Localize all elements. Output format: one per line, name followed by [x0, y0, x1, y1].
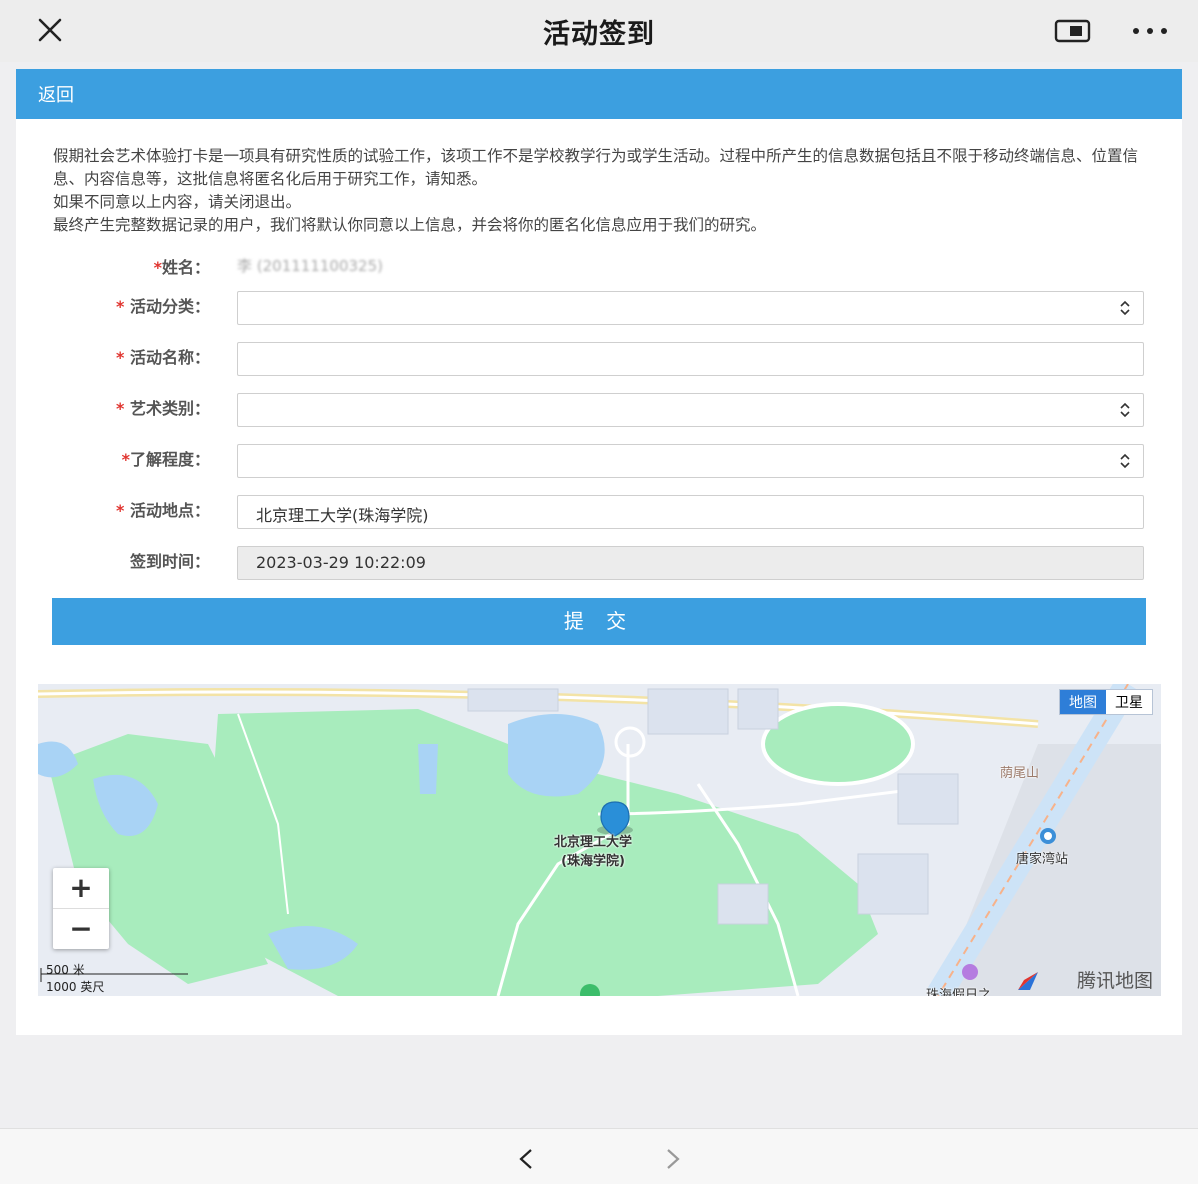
- privacy-notice: 假期社会艺术体验打卡是一项具有研究性质的试验工作，该项工作不是学校教学行为或学生…: [53, 145, 1153, 237]
- zoom-out-button[interactable]: −: [53, 909, 109, 949]
- marker-label-line: (珠海学院): [561, 854, 625, 869]
- map-type-satellite-button[interactable]: 卫星: [1106, 690, 1152, 714]
- category-label: * 活动分类：: [16, 293, 210, 317]
- submit-button[interactable]: 提 交: [52, 598, 1146, 645]
- back-link[interactable]: 返回: [38, 81, 74, 107]
- notice-paragraph: 最终产生完整数据记录的用户，我们将默认你同意以上信息，并会将你的匿名化信息应用于…: [53, 216, 767, 234]
- name-label-text: 姓名：: [161, 258, 210, 277]
- checkin-time-value: 2023-03-29 10:22:09: [256, 553, 426, 572]
- place-label-resort: 珠海假日之: [926, 988, 992, 996]
- activity-name-input[interactable]: [237, 342, 1144, 376]
- location-map[interactable]: 北京理工大学 (珠海学院) 荫尾山 唐家湾站 珠海假日之 地图 卫星 + − 5…: [38, 684, 1161, 996]
- understanding-select[interactable]: [237, 444, 1144, 478]
- map-type-toggle: 地图 卫星: [1059, 689, 1153, 715]
- name-value: 李 (201111100325): [237, 257, 383, 275]
- required-mark: *: [116, 297, 125, 316]
- marker-label-line: 北京理工大学: [554, 835, 633, 850]
- browser-nav-bar: [0, 1128, 1198, 1184]
- place-label-shan: 荫尾山: [1000, 766, 1040, 781]
- select-arrows-icon: [1120, 300, 1130, 316]
- notice-paragraph: 如果不同意以上内容，请关闭退出。: [53, 193, 302, 211]
- understanding-label-text: 了解程度：: [129, 450, 210, 469]
- nav-bar: 返回: [16, 69, 1182, 119]
- required-mark: *: [116, 501, 125, 520]
- scale-imperial: 1000 英尺: [46, 980, 105, 994]
- time-label: 签到时间：: [129, 552, 210, 571]
- select-arrows-icon: [1120, 453, 1130, 469]
- forward-arrow-icon[interactable]: [664, 1147, 682, 1171]
- minimize-window-icon[interactable]: [1054, 18, 1092, 44]
- required-mark: *: [116, 399, 125, 418]
- required-mark: *: [153, 258, 162, 277]
- map-logo: 腾讯地图: [1076, 970, 1153, 992]
- notice-paragraph: 假期社会艺术体验打卡是一项具有研究性质的试验工作，该项工作不是学校教学行为或学生…: [53, 147, 1139, 188]
- category-select[interactable]: [237, 291, 1144, 325]
- location-input[interactable]: 北京理工大学(珠海学院): [237, 495, 1144, 529]
- marker-label: 北京理工大学 (珠海学院): [554, 831, 632, 869]
- checkin-time-field: 2023-03-29 10:22:09: [237, 546, 1144, 580]
- title-bar: 活动签到: [0, 0, 1198, 62]
- understanding-label: *了解程度：: [16, 446, 210, 470]
- back-arrow-icon[interactable]: [517, 1147, 535, 1171]
- required-mark: *: [116, 348, 125, 367]
- checkin-card: 返回 假期社会艺术体验打卡是一项具有研究性质的试验工作，该项工作不是学校教学行为…: [16, 69, 1182, 1035]
- select-arrows-icon: [1120, 402, 1130, 418]
- activity-name-label-text: 活动名称：: [129, 348, 210, 367]
- page-title: 活动签到: [543, 19, 655, 50]
- required-mark: *: [121, 450, 130, 469]
- more-options-icon[interactable]: [1130, 18, 1170, 44]
- art-type-label: * 艺术类别：: [16, 395, 210, 419]
- map-type-map-button[interactable]: 地图: [1060, 690, 1106, 714]
- scale-metric: 500 米: [46, 963, 85, 977]
- art-type-select[interactable]: [237, 393, 1144, 427]
- name-label: *姓名：: [16, 254, 210, 278]
- location-label: * 活动地点：: [16, 497, 210, 521]
- zoom-control: + −: [53, 868, 109, 949]
- location-label-text: 活动地点：: [129, 501, 210, 520]
- category-label-text: 活动分类：: [129, 297, 210, 316]
- location-value: 北京理工大学(珠海学院): [256, 506, 429, 525]
- zoom-in-button[interactable]: +: [53, 868, 109, 909]
- art-type-label-text: 艺术类别：: [129, 399, 210, 418]
- activity-name-label: * 活动名称：: [16, 344, 210, 368]
- place-label-station: 唐家湾站: [1016, 852, 1069, 867]
